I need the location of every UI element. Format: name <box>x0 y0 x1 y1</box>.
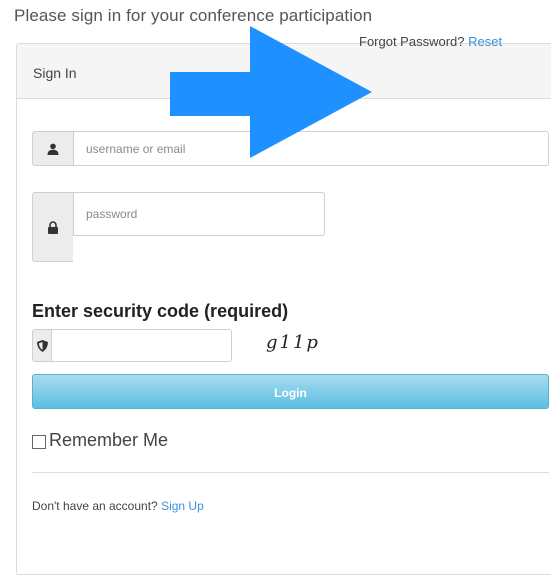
password-group <box>32 192 325 262</box>
panel-header: Sign In <box>17 44 551 99</box>
signup-text: Don't have an account? <box>32 499 158 513</box>
lock-icon <box>32 192 73 262</box>
security-code-label: Enter security code (required) <box>32 301 289 321</box>
security-code-input[interactable] <box>51 329 232 362</box>
signup-prompt: Don't have an account? Sign Up <box>32 499 204 513</box>
remember-checkbox[interactable] <box>32 435 46 449</box>
signup-link[interactable]: Sign Up <box>161 499 204 513</box>
divider <box>32 472 549 473</box>
forgot-password: Forgot Password? Reset <box>359 34 502 49</box>
login-button[interactable]: Login <box>32 374 549 409</box>
remember-me[interactable]: Remember Me <box>32 430 168 451</box>
captcha-image: g11p <box>266 332 320 353</box>
password-input[interactable] <box>73 192 325 236</box>
panel-title: Sign In <box>33 65 77 81</box>
security-code-group <box>32 329 232 362</box>
remember-label: Remember Me <box>49 430 169 450</box>
shield-icon <box>32 329 51 362</box>
username-group <box>32 131 549 166</box>
username-input[interactable] <box>73 131 549 166</box>
reset-link[interactable]: Reset <box>468 34 502 49</box>
forgot-password-text: Forgot Password? <box>359 34 465 49</box>
user-icon <box>32 131 73 166</box>
page-heading: Please sign in for your conference parti… <box>14 6 373 25</box>
